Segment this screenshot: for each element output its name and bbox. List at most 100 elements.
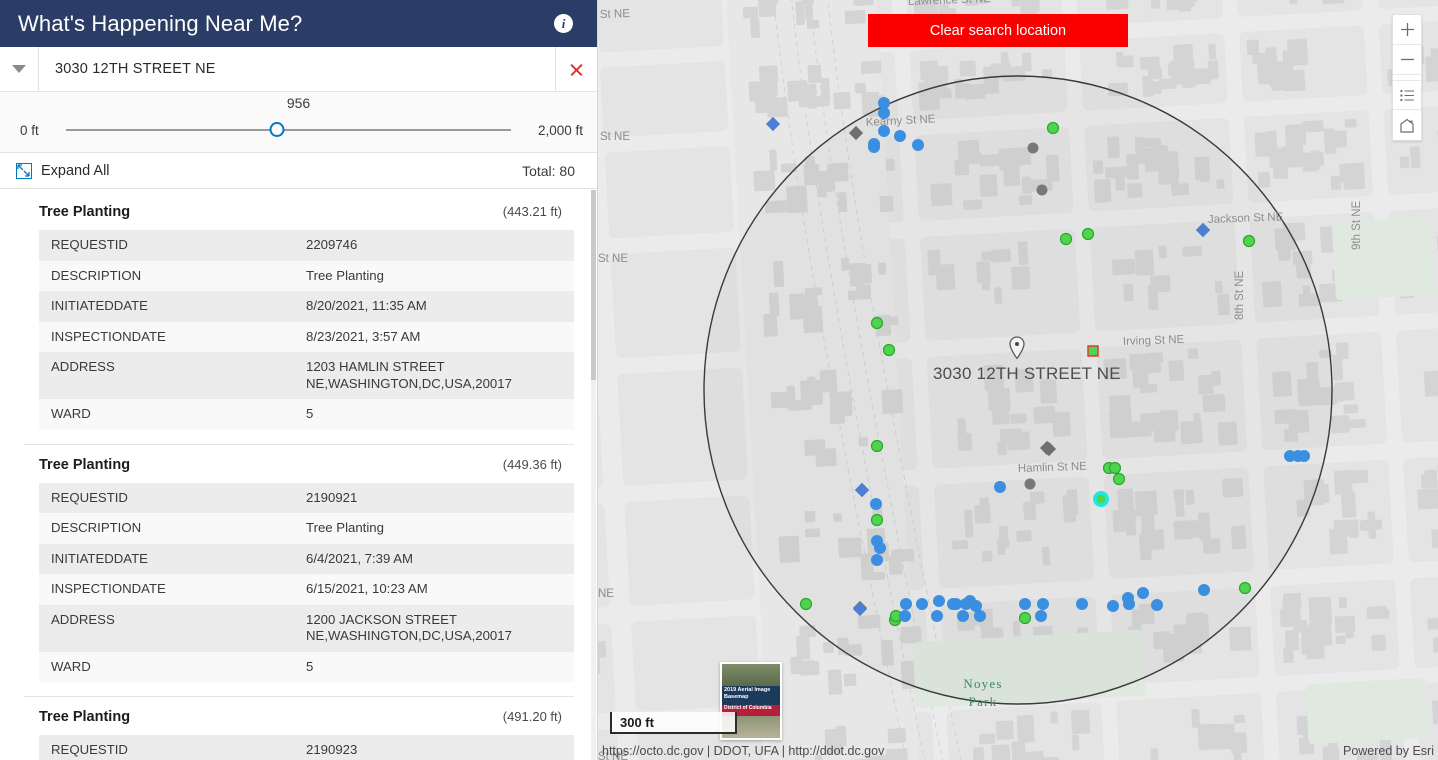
clear-search-button[interactable] (555, 47, 597, 91)
buffer-max-label: 2,000 ft (537, 122, 583, 138)
attribute-value: Tree Planting (294, 260, 574, 291)
attribute-value: 5 (294, 399, 574, 430)
attribution-right: Powered by Esri (1342, 744, 1434, 758)
street-label: Hamlin St NE (1018, 461, 1088, 475)
home-button[interactable] (1393, 110, 1421, 140)
result-card[interactable]: Tree Planting (491.20 ft) REQUESTID 2190923… (24, 697, 574, 760)
map-marker-blue (899, 610, 911, 622)
expand-all-button[interactable]: Expand All (41, 163, 522, 179)
result-card[interactable]: Tree Planting (449.36 ft) REQUESTID 2190921… (24, 445, 574, 697)
street-label: 8th St NE (1234, 270, 1246, 320)
home-icon (1400, 118, 1414, 133)
attribute-key: WARD (39, 399, 294, 430)
zoom-out-button[interactable] (1393, 45, 1421, 75)
attribute-key: DESCRIPTION (39, 260, 294, 291)
attribute-value: 1200 JACKSON STREET NE,WASHINGTON,DC,USA,… (294, 604, 574, 652)
buffer-circle (703, 75, 1333, 705)
result-title[interactable]: Tree Planting (39, 709, 503, 725)
map-pin-icon (1009, 336, 1025, 359)
map-marker-blue (900, 598, 912, 610)
buffer-slider[interactable] (66, 120, 511, 140)
close-icon (569, 62, 584, 77)
buffer-min-label: 0 ft (20, 122, 39, 138)
table-row: WARD 5 (39, 399, 574, 430)
search-location-label: 3030 12TH STREET NE (933, 364, 1121, 383)
attribute-table: REQUESTID 2209746 DESCRIPTION Tree Planting… (39, 230, 574, 430)
map-marker-blue (1035, 610, 1047, 622)
map-view[interactable]: Lawrence St NE St NE St NE Kearny St NE Jack… (598, 0, 1438, 760)
attribute-value: 2209746 (294, 230, 574, 261)
table-row: INITIATEDDATE 8/20/2021, 11:35 AM (39, 291, 574, 322)
total-count-label: Total: 80 (522, 162, 575, 179)
info-icon[interactable]: i (554, 14, 573, 33)
clear-search-location-button[interactable]: Clear search location (868, 14, 1128, 47)
search-source-dropdown[interactable] (0, 47, 39, 91)
search-input[interactable] (39, 47, 555, 91)
near-me-panel: What's Happening Near Me? i 956 0 ft 2,0… (0, 0, 598, 760)
table-row: REQUESTID 2190923 (39, 735, 574, 760)
map-marker-blue (1037, 598, 1049, 610)
search-bar (0, 47, 597, 92)
legend-button[interactable] (1393, 80, 1421, 110)
slider-thumb[interactable] (269, 122, 285, 137)
attribute-key: REQUESTID (39, 482, 294, 513)
map-marker-blue (1198, 584, 1210, 596)
map-marker-blue (931, 610, 943, 622)
attribute-key: INITIATEDDATE (39, 291, 294, 322)
attribute-key: REQUESTID (39, 735, 294, 760)
result-card[interactable]: Tree Planting (443.21 ft) REQUESTID 2209746… (24, 190, 574, 445)
map-marker-blue (957, 610, 969, 622)
result-title[interactable]: Tree Planting (39, 204, 503, 220)
map-marker-blue (870, 498, 882, 510)
map-controls (1392, 14, 1422, 141)
zoom-in-button[interactable] (1393, 15, 1421, 45)
attribute-key: WARD (39, 651, 294, 682)
attribute-value: Tree Planting (294, 513, 574, 544)
map-marker-blue (1151, 599, 1163, 611)
app-root: What's Happening Near Me? i 956 0 ft 2,0… (0, 0, 1438, 760)
street-label: 9th St NE (1351, 200, 1363, 250)
map-marker-green (1018, 611, 1032, 625)
attribution-left: https://octo.dc.gov | DDOT, UFA | http:/… (602, 744, 885, 758)
result-card-header[interactable]: Tree Planting (491.20 ft) (24, 709, 574, 735)
attribute-value: 6/15/2021, 10:23 AM (294, 574, 574, 605)
attribute-table: REQUESTID 2190921 DESCRIPTION Tree Planting… (39, 482, 574, 682)
attribute-key: ADDRESS (39, 604, 294, 652)
map-marker-blue (974, 610, 986, 622)
results-list[interactable]: Tree Planting (443.21 ft) REQUESTID 2209746… (0, 190, 597, 760)
list-icon (1399, 89, 1414, 101)
map-marker-square (1087, 345, 1099, 357)
result-card-header[interactable]: Tree Planting (449.36 ft) (24, 457, 574, 483)
buffer-value-label: 956 (286, 95, 311, 111)
map-marker-green (882, 343, 896, 357)
table-row: INSPECTIONDATE 6/15/2021, 10:23 AM (39, 574, 574, 605)
map-marker-blue (1107, 600, 1119, 612)
chevron-down-icon (12, 65, 26, 73)
basemap-thumb-title: 2019 Aerial Image Basemap (724, 686, 771, 701)
map-marker-selected-core (1096, 494, 1106, 504)
map-marker-blue (878, 107, 890, 119)
attribute-value: 8/23/2021, 3:57 AM (294, 321, 574, 352)
map-marker-green (799, 597, 813, 611)
table-row: ADDRESS 1203 HAMLIN STREET NE,WASHINGTON,D… (39, 352, 574, 399)
street-label: St NE (598, 253, 628, 265)
street-label: NE (598, 588, 614, 600)
result-card-header[interactable]: Tree Planting (443.21 ft) (24, 204, 574, 230)
result-title[interactable]: Tree Planting (39, 457, 503, 473)
map-marker-green (1108, 461, 1122, 475)
basemap-thumb-subtitle: District of Columbia (724, 705, 772, 712)
expand-arrows-icon[interactable] (16, 162, 32, 179)
scrollbar-thumb[interactable] (591, 190, 596, 380)
map-marker-blue (868, 141, 880, 153)
attribute-key: INITIATEDDATE (39, 543, 294, 574)
map-marker-blue (994, 481, 1006, 493)
svg-text:Park: Park (969, 694, 998, 709)
map-marker-green (870, 316, 884, 330)
map-marker-blue (916, 598, 928, 610)
attribute-value: 1203 HAMLIN STREET NE,WASHINGTON,DC,USA,2… (294, 352, 574, 399)
table-row: WARD 5 (39, 651, 574, 682)
panel-scrollbar[interactable] (591, 190, 596, 760)
map-marker-green (1059, 232, 1073, 246)
map-marker-gray (1027, 142, 1039, 154)
attribute-value: 2190923 (294, 735, 574, 760)
